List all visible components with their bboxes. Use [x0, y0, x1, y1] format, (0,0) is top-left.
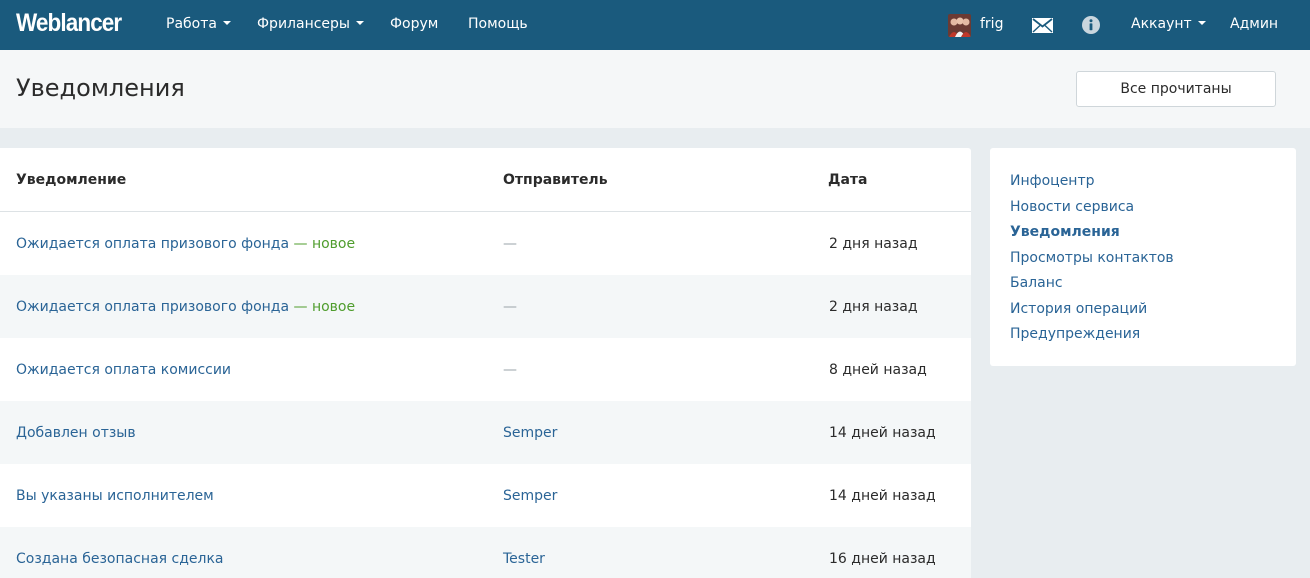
page-header: Уведомления Все прочитаны	[0, 50, 1310, 128]
mail-icon[interactable]	[1032, 18, 1053, 37]
table-row: Ожидается оплата призового фонда — новое…	[0, 275, 971, 338]
sender-cell: —	[503, 299, 517, 315]
nav-item-label: Помощь	[468, 16, 528, 32]
sidebar-link[interactable]: Уведомления	[1010, 224, 1120, 240]
date-cell: 2 дня назад	[829, 236, 918, 252]
sidebar-item-service-news: Новости сервиса	[1010, 198, 1296, 224]
sender-link[interactable]: Semper	[503, 488, 557, 504]
notification-cell: Ожидается оплата призового фонда — новое	[16, 299, 355, 315]
logo[interactable]: Weblancer	[16, 9, 122, 38]
sidebar-item-warnings: Предупреждения	[1010, 325, 1296, 351]
sidebar-link[interactable]: Новости сервиса	[1010, 199, 1134, 215]
caret-down-icon	[222, 21, 231, 25]
notification-cell: Добавлен отзыв	[16, 425, 136, 441]
date-cell: 2 дня назад	[829, 299, 918, 315]
sender-cell: —	[503, 236, 517, 252]
admin-link[interactable]: Админ	[1230, 16, 1278, 32]
sidebar-item-notifications: Уведомления	[1010, 223, 1296, 249]
column-header-notification: Уведомление	[16, 172, 127, 188]
nav-item-work[interactable]: Работа	[166, 16, 231, 32]
sender-cell: —	[503, 362, 517, 378]
notification-link[interactable]: Ожидается оплата призового фонда	[16, 299, 289, 315]
sidebar-link[interactable]: Баланс	[1010, 275, 1063, 291]
date-cell: 8 дней назад	[829, 362, 927, 378]
caret-down-icon	[355, 21, 364, 25]
top-navbar: Weblancer Работа Фрилансеры Форум Помощь…	[0, 0, 1310, 50]
nav-item-label: Фрилансеры	[257, 16, 350, 32]
notifications-table: Уведомление Отправитель Дата Ожидается о…	[0, 148, 971, 578]
notification-cell: Ожидается оплата призового фонда — новое	[16, 236, 355, 252]
sidebar-item-contact-views: Просмотры контактов	[1010, 249, 1296, 275]
notification-link[interactable]: Добавлен отзыв	[16, 425, 136, 441]
user-avatar[interactable]	[948, 14, 971, 37]
page-title: Уведомления	[16, 74, 185, 102]
username-link[interactable]: frig	[980, 16, 1003, 32]
sidebar-item-operation-history: История операций	[1010, 300, 1296, 326]
sender-cell: Semper	[503, 488, 557, 504]
sidebar-item-infocenter: Инфоцентр	[1010, 172, 1296, 198]
new-badge: — новое	[293, 236, 356, 252]
new-badge: — новое	[293, 299, 356, 315]
date-cell: 14 дней назад	[829, 488, 936, 504]
nav-item-label: Форум	[390, 16, 439, 32]
column-header-sender: Отправитель	[503, 172, 608, 188]
notification-link[interactable]: Ожидается оплата призового фонда	[16, 236, 289, 252]
sidebar-link[interactable]: Инфоцентр	[1010, 173, 1095, 189]
sender-cell: Semper	[503, 425, 557, 441]
caret-down-icon	[1197, 21, 1206, 25]
nav-item-help[interactable]: Помощь	[468, 16, 528, 32]
sidebar-link[interactable]: История операций	[1010, 301, 1147, 317]
table-row: Вы указаны исполнителем Semper 14 дней н…	[0, 464, 971, 527]
account-menu-label: Аккаунт	[1131, 16, 1192, 32]
notification-cell: Вы указаны исполнителем	[16, 488, 214, 504]
notification-link[interactable]: Ожидается оплата комиссии	[16, 362, 231, 378]
sidebar-link[interactable]: Предупреждения	[1010, 326, 1140, 342]
nav-item-forum[interactable]: Форум	[390, 16, 438, 32]
sender-link[interactable]: Semper	[503, 425, 557, 441]
table-row: Ожидается оплата призового фонда — новое…	[0, 212, 971, 275]
date-cell: 14 дней назад	[829, 425, 936, 441]
nav-item-freelancers[interactable]: Фрилансеры	[257, 16, 364, 32]
table-row: Создана безопасная сделка Tester 16 дней…	[0, 527, 971, 578]
table-header: Уведомление Отправитель Дата	[0, 148, 971, 212]
table-row: Ожидается оплата комиссии — 8 дней назад	[0, 338, 971, 401]
table-row: Добавлен отзыв Semper 14 дней назад	[0, 401, 971, 464]
column-header-date: Дата	[828, 172, 868, 188]
sidebar-item-balance: Баланс	[1010, 274, 1296, 300]
info-icon[interactable]	[1082, 16, 1100, 38]
sidebar-link[interactable]: Просмотры контактов	[1010, 250, 1174, 266]
sidebar-menu: Инфоцентр Новости сервиса Уведомления Пр…	[990, 148, 1296, 366]
nav-item-label: Работа	[166, 16, 217, 32]
mark-all-read-button[interactable]: Все прочитаны	[1076, 71, 1276, 107]
notification-link[interactable]: Вы указаны исполнителем	[16, 488, 214, 504]
notification-cell: Ожидается оплата комиссии	[16, 362, 231, 378]
account-menu[interactable]: Аккаунт	[1131, 16, 1206, 32]
